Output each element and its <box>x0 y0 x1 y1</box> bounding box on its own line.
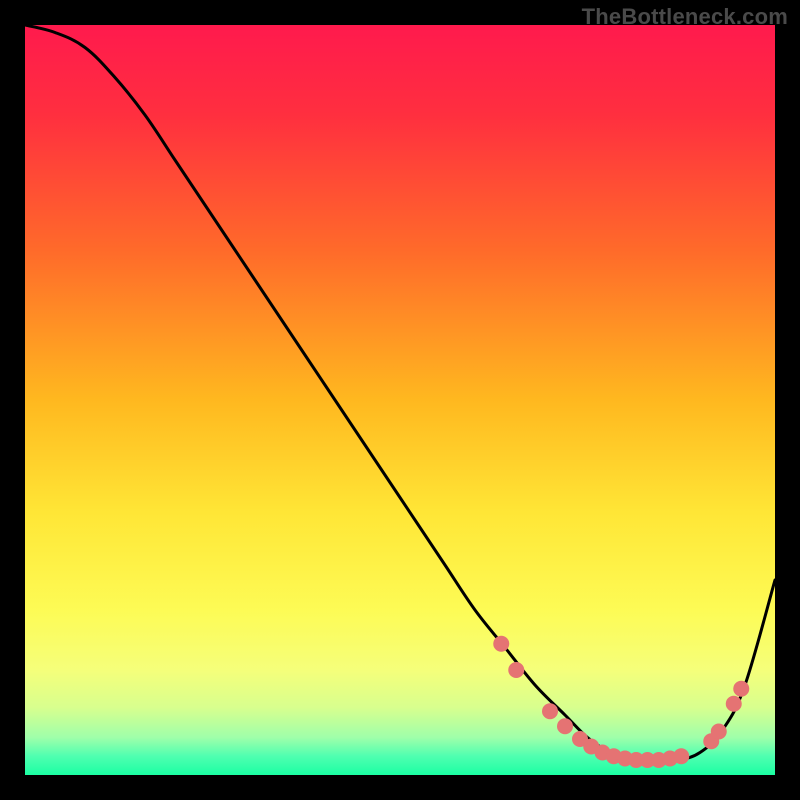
curve-marker <box>726 696 742 712</box>
curve-marker <box>711 724 727 740</box>
curve-marker <box>508 662 524 678</box>
curve-marker <box>493 636 509 652</box>
chart-svg <box>25 25 775 775</box>
curve-marker <box>673 748 689 764</box>
chart-frame: TheBottleneck.com <box>0 0 800 800</box>
curve-marker <box>557 718 573 734</box>
plot-area <box>25 25 775 775</box>
gradient-background <box>25 25 775 775</box>
curve-marker <box>542 703 558 719</box>
watermark-text: TheBottleneck.com <box>582 4 788 30</box>
curve-marker <box>733 681 749 697</box>
